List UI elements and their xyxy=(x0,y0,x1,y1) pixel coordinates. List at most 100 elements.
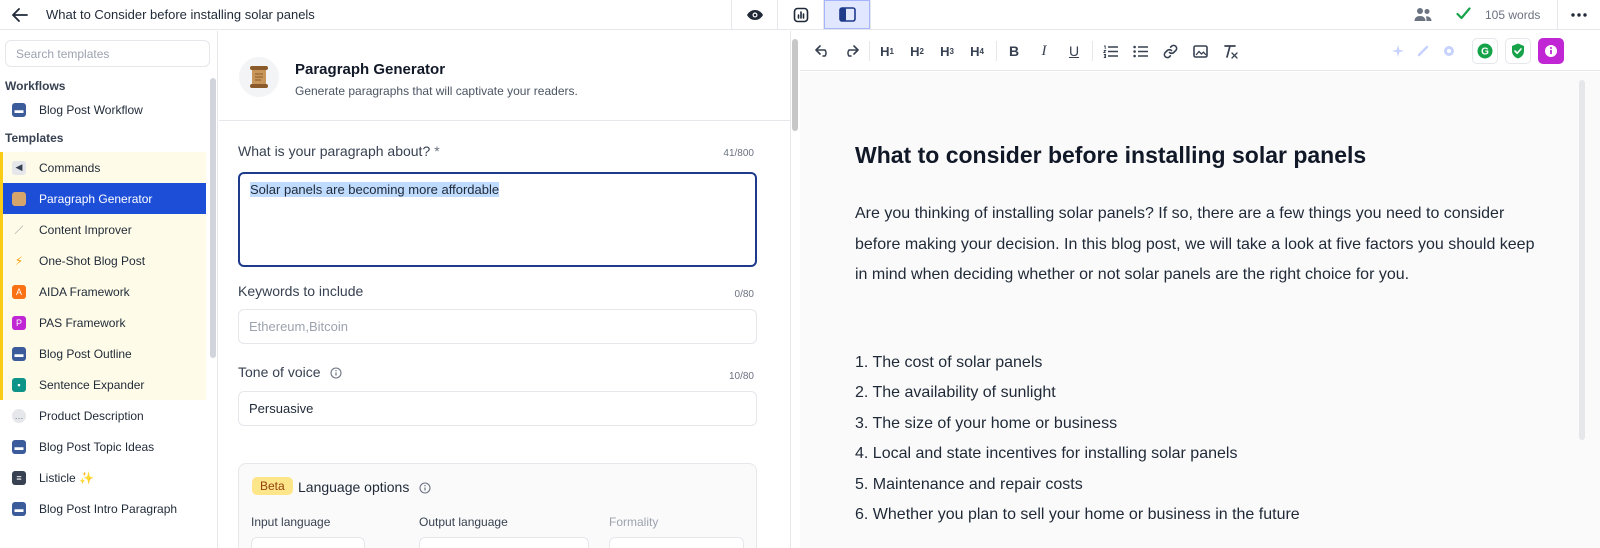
sidebar-item-product-description[interactable]: … Product Description xyxy=(0,400,206,431)
sidebar-item-blog-post-workflow[interactable]: ▬ Blog Post Workflow xyxy=(0,94,206,125)
lightning-icon: ⚡ xyxy=(14,253,24,268)
sidebar-item-aida-framework[interactable]: A AIDA Framework xyxy=(0,276,206,307)
keywords-char-counter: 0/80 xyxy=(734,289,754,300)
sidebar-item-label: Listicle ✨ xyxy=(39,470,94,485)
sidebar-item-label: One-Shot Blog Post xyxy=(39,253,146,268)
ordered-list-button[interactable] xyxy=(1099,39,1121,63)
paragraph-topic-textarea[interactable]: Solar panels are becoming more affordabl… xyxy=(238,172,757,267)
heading-2-button[interactable]: H2 xyxy=(906,39,928,63)
eye-icon xyxy=(746,9,763,20)
target-icon xyxy=(1444,46,1454,56)
image-icon xyxy=(1192,44,1208,58)
output-language-select[interactable] xyxy=(419,537,589,548)
document-paragraph: Are you thinking of installing solar pan… xyxy=(855,205,1535,283)
document-editor[interactable]: What to consider before installing solar… xyxy=(800,72,1600,548)
word-count: 105 words xyxy=(1485,8,1541,22)
tone-label: Tone of voice xyxy=(238,364,342,380)
sidebar-item-blog-post-intro-paragraph[interactable]: ▬ Blog Post Intro Paragraph xyxy=(0,493,206,524)
input-language-select[interactable] xyxy=(251,537,365,548)
sidebar-item-commands[interactable]: ◀ Commands xyxy=(0,152,206,183)
heading-4-button[interactable]: H4 xyxy=(966,39,988,63)
tone-label-text: Tone of voice xyxy=(238,364,321,380)
info-icon[interactable] xyxy=(419,482,431,494)
scroll-icon xyxy=(239,57,279,97)
top-bar: What to Consider before installing solar… xyxy=(0,0,1600,30)
toolbar-divider xyxy=(996,41,997,61)
clear-format-icon xyxy=(1224,44,1238,59)
list-icon: ≡ xyxy=(12,470,26,485)
extension-info-button[interactable] xyxy=(1538,38,1564,64)
sidebar-item-pas-framework[interactable]: P PAS Framework xyxy=(0,307,206,338)
redo-icon xyxy=(847,45,859,57)
underline-button[interactable]: U xyxy=(1063,39,1085,63)
link-icon xyxy=(1163,44,1177,58)
sidebar-item-blog-post-outline[interactable]: ▬ Blog Post Outline xyxy=(0,338,206,369)
form-scrollbar[interactable] xyxy=(792,39,798,131)
generator-subtitle: Generate paragraphs that will captivate … xyxy=(295,84,578,98)
sidebar-scrollbar[interactable] xyxy=(210,78,216,358)
more-options-button[interactable] xyxy=(1557,0,1599,29)
split-mode-button[interactable] xyxy=(778,0,824,29)
formality-select[interactable] xyxy=(609,537,744,548)
redo-button[interactable] xyxy=(840,39,862,63)
list-item: 1. The cost of solar panels xyxy=(855,354,1043,371)
generator-header: Paragraph Generator Generate paragraphs … xyxy=(219,31,790,121)
list-item: 6. Whether you plan to sell your home or… xyxy=(855,506,1300,524)
shield-check-button[interactable] xyxy=(1505,38,1531,64)
clear-formatting-button[interactable] xyxy=(1219,39,1241,63)
sidebar-item-content-improver[interactable]: ／ Content Improver xyxy=(0,214,206,245)
pas-icon: P xyxy=(12,315,26,330)
sidebar-item-listicle[interactable]: ≡ Listicle ✨ xyxy=(0,462,206,493)
link-button[interactable] xyxy=(1159,39,1181,63)
list-item: 2. The availability of sunlight xyxy=(855,384,1056,402)
editor-toolbar: H1 H2 H3 H4 B I U G xyxy=(800,31,1600,71)
users-icon xyxy=(1414,8,1432,21)
megaphone-icon: ◀ xyxy=(12,160,26,175)
sidebar-item-label: AIDA Framework xyxy=(39,284,130,299)
list-item: 4. Local and state incentives for instal… xyxy=(855,445,1238,463)
sidebar-item-paragraph-generator[interactable]: Paragraph Generator xyxy=(0,183,206,214)
keywords-input[interactable] xyxy=(238,309,757,344)
preview-mode-button[interactable] xyxy=(732,0,778,29)
heading-1-button[interactable]: H1 xyxy=(876,39,898,63)
italic-button[interactable]: I xyxy=(1033,39,1055,63)
sidebar-item-sentence-expander[interactable]: ▪ Sentence Expander xyxy=(0,369,206,400)
keywords-label: Keywords to include xyxy=(238,283,364,299)
bullet-list-button[interactable] xyxy=(1129,39,1151,63)
selected-text: Solar panels are becoming more affordabl… xyxy=(250,182,500,197)
scroll-icon xyxy=(12,191,26,206)
sidebar-item-one-shot-blog-post[interactable]: ⚡ One-Shot Blog Post xyxy=(0,245,206,276)
chart-box-icon xyxy=(793,7,808,22)
sparkle-button[interactable] xyxy=(1387,40,1409,62)
more-horizontal-icon xyxy=(1570,12,1587,17)
info-circle-icon xyxy=(1545,45,1557,57)
sidebar-item-label: Sentence Expander xyxy=(39,377,145,392)
about-label: What is your paragraph about? * xyxy=(238,143,440,159)
collaborators-button[interactable] xyxy=(1414,7,1432,27)
about-label-text: What is your paragraph about? xyxy=(238,143,431,159)
pen-button[interactable] xyxy=(1412,40,1434,62)
templates-sidebar: Workflows ▬ Blog Post Workflow Templates… xyxy=(0,31,218,548)
input-language-label: Input language xyxy=(251,515,331,529)
info-icon[interactable] xyxy=(330,367,342,379)
target-button[interactable] xyxy=(1438,40,1460,62)
undo-button[interactable] xyxy=(812,39,834,63)
expander-icon: ▪ xyxy=(12,377,26,392)
bold-button[interactable]: B xyxy=(1003,39,1025,63)
grammarly-button[interactable]: G xyxy=(1472,38,1498,64)
sidebar-item-label: Blog Post Workflow xyxy=(39,102,143,117)
generator-title: Paragraph Generator xyxy=(295,61,446,78)
tone-of-voice-input[interactable] xyxy=(238,391,757,426)
editor-mode-button[interactable] xyxy=(824,0,870,29)
editor-scrollbar[interactable] xyxy=(1579,80,1585,440)
search-templates-input[interactable] xyxy=(5,40,210,67)
insert-image-button[interactable] xyxy=(1189,39,1211,63)
chat-icon: ▬ xyxy=(12,346,26,361)
sidebar-item-label: PAS Framework xyxy=(39,315,126,330)
sidebar-item-blog-post-topic-ideas[interactable]: ▬ Blog Post Topic Ideas xyxy=(0,431,206,462)
heading-3-button[interactable]: H3 xyxy=(936,39,958,63)
speech-bubble-icon: … xyxy=(12,408,26,423)
beta-badge: Beta xyxy=(252,477,293,495)
sidebar-item-label: Product Description xyxy=(39,408,144,423)
back-button[interactable] xyxy=(8,4,32,26)
